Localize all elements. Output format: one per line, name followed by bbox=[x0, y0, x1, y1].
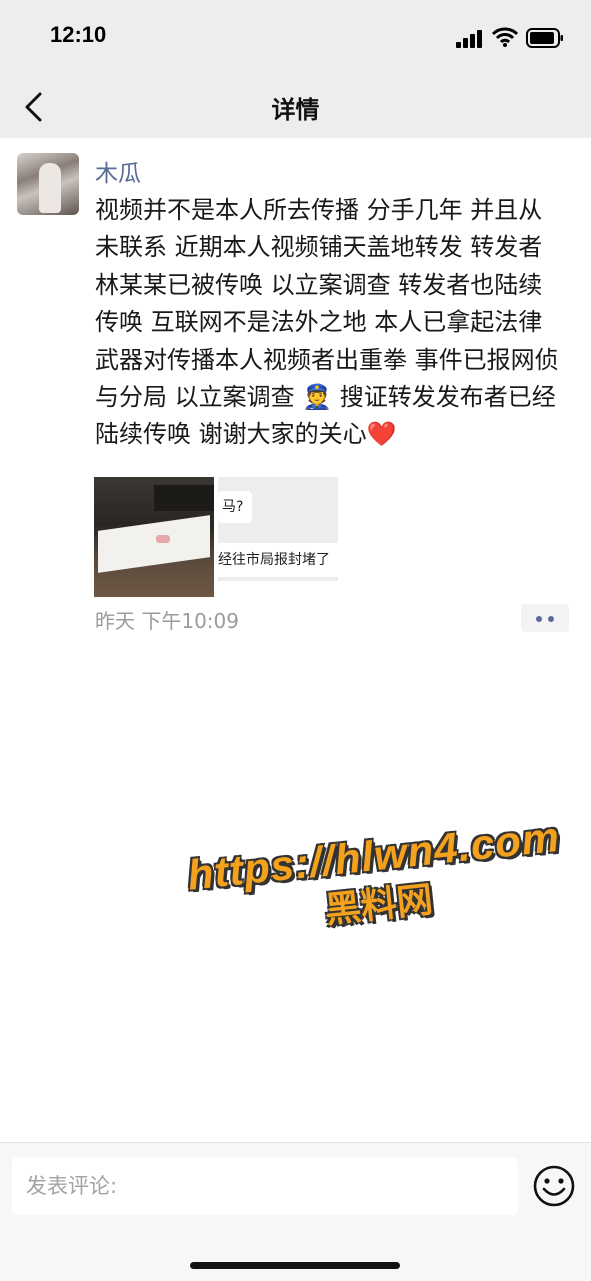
watermark: https://hlwn4.com 黑料网 bbox=[182, 812, 574, 981]
comment-bar bbox=[0, 1142, 591, 1281]
status-time: 12:10 bbox=[50, 22, 107, 47]
comment-input[interactable] bbox=[12, 1157, 518, 1215]
wifi-icon bbox=[492, 27, 518, 47]
more-dots-icon[interactable] bbox=[521, 604, 569, 632]
heart-emoji: ❤️ bbox=[366, 420, 397, 449]
post-text-body: 视频并不是本人所去传播 分手几年 并且从未联系 近期本人视频铺天盖地转发 转发者… bbox=[95, 196, 559, 449]
post-image-2[interactable]: 马? 经往市局报封堵了 bbox=[218, 477, 338, 597]
image-chat-bubble: 马? bbox=[218, 491, 252, 523]
avatar[interactable] bbox=[17, 153, 79, 215]
post-username[interactable]: 木瓜 bbox=[95, 154, 141, 188]
post-image-1[interactable] bbox=[94, 477, 214, 597]
watermark-name: 黑料网 bbox=[323, 879, 435, 932]
post-timestamp: 昨天 下午10:09 bbox=[95, 609, 239, 633]
page-title: 详情 bbox=[271, 96, 320, 124]
nav-bar: 详情 bbox=[0, 76, 591, 138]
image-chat-bubble: 经往市局报封堵了 bbox=[218, 543, 338, 577]
smiley-face-icon[interactable] bbox=[532, 1164, 576, 1208]
status-bar: 12:10 bbox=[0, 0, 591, 76]
battery-icon bbox=[526, 28, 563, 48]
watermark-url: https://hlwn4.com bbox=[185, 812, 563, 899]
post-text: 视频并不是本人所去传播 分手几年 并且从未联系 近期本人视频铺天盖地转发 转发者… bbox=[95, 192, 565, 454]
home-indicator bbox=[190, 1262, 400, 1269]
signal-icon bbox=[456, 30, 482, 48]
